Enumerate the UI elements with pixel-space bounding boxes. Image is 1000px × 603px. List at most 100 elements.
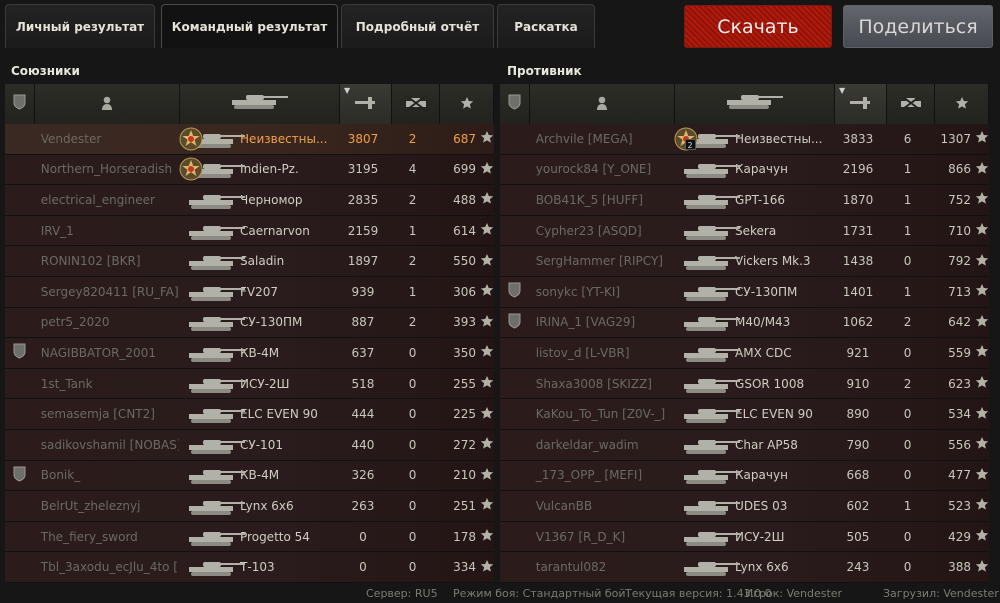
star-icon[interactable]: [975, 222, 989, 239]
table-row[interactable]: petr5_2020 СУ-130ПМ 887 2 393: [5, 307, 494, 339]
table-row[interactable]: Vendester Неизвестны... 3807 2 687: [5, 124, 494, 155]
star-icon[interactable]: [975, 375, 989, 392]
vehicle-image: [674, 460, 740, 490]
enemies-header-damage-column[interactable]: ▼: [835, 84, 887, 124]
tank-icon: [185, 285, 245, 301]
star-icon: [460, 95, 474, 114]
tab-personal-result[interactable]: Личный результат: [5, 4, 155, 48]
star-icon[interactable]: [975, 130, 989, 147]
table-row[interactable]: Cypher23 [ASQD] Sekera 1731 1 710: [500, 215, 989, 247]
table-row[interactable]: BelrUt_zheleznyj Lynx 6x6 263 0 251: [5, 491, 494, 522]
table-row[interactable]: Northern_Horseradish Indien-Pz. 3195 4 699: [5, 154, 494, 186]
table-row[interactable]: Tbl_3axodu_ecJlu_4to [... Т-103 0 0 334: [5, 552, 494, 583]
share-button[interactable]: Поделиться: [843, 5, 993, 48]
star-icon[interactable]: [975, 253, 989, 270]
damage-value: 2835: [347, 192, 379, 207]
allies-header-vehicle-column[interactable]: [180, 84, 340, 124]
damage-value: 602: [846, 498, 870, 513]
damage-value: 3807: [347, 131, 379, 146]
table-row[interactable]: VulcanBB UDES 03 602 1 523: [500, 491, 989, 522]
star-icon[interactable]: [480, 344, 494, 361]
star-icon[interactable]: [480, 375, 494, 392]
star-icon[interactable]: [975, 344, 989, 361]
player-name: BOB41K_5 [HUFF]: [535, 192, 644, 207]
star-icon[interactable]: [975, 497, 989, 514]
player-name: Cypher23 [ASQD]: [535, 223, 642, 238]
enemies-header-vehicle-column[interactable]: [675, 84, 835, 124]
table-row[interactable]: NAGIBBATOR_2001 КВ-4М 637 0 350: [5, 338, 494, 369]
star-icon[interactable]: [975, 283, 989, 300]
table-row[interactable]: Bonik_ КВ-4М 326 0 210: [5, 460, 494, 492]
tank-icon: [185, 315, 245, 332]
table-row[interactable]: electrical_engineer Черномор 2835 2 488: [5, 185, 494, 216]
star-icon[interactable]: [480, 314, 494, 331]
vehicle-name: GPT-166: [735, 192, 786, 207]
table-row[interactable]: BOB41K_5 [HUFF] GPT-166 1870 1 752: [500, 185, 989, 216]
enemies-header-player-column[interactable]: [530, 84, 675, 124]
download-button[interactable]: Скачать: [684, 5, 832, 48]
table-row[interactable]: tarantul082 Lynx 6x6 243 0 388: [500, 552, 989, 583]
tab-detailed-report[interactable]: Подробный отчёт: [341, 4, 494, 48]
star-icon[interactable]: [480, 191, 494, 208]
table-row[interactable]: RONIN102 [BKR] Saladin 1897 2 550: [5, 246, 494, 277]
star-icon[interactable]: [975, 191, 989, 208]
table-row[interactable]: _173_OPP_ [MEFI] Карачун 668 0 477: [500, 460, 989, 492]
table-row[interactable]: darkeldar_wadim Char AP58 790 0 556: [500, 429, 989, 461]
allies-header-frags-column[interactable]: [392, 84, 440, 124]
star-icon[interactable]: [975, 314, 989, 331]
star-icon[interactable]: [480, 436, 494, 453]
table-row[interactable]: sadikovshamil [NOBAS] СУ-101 440 0 272: [5, 429, 494, 461]
star-icon[interactable]: [480, 222, 494, 239]
damage-value: 668: [846, 468, 870, 483]
table-row[interactable]: Sergey820411 [RU_FA] FV207 939 1 306: [5, 276, 494, 308]
tab-raskatka[interactable]: Раскатка: [497, 4, 595, 48]
xp-value: 429: [948, 529, 972, 544]
table-row[interactable]: 1st_Tank ИСУ-2Ш 518 0 255: [5, 368, 494, 400]
allies-header-player-column[interactable]: [35, 84, 180, 124]
frags-value: 0: [408, 407, 417, 422]
vehicle-name: Черномор: [240, 192, 303, 207]
xp-value: 866: [948, 162, 972, 177]
table-row[interactable]: listov_d [L-VBR] AMX CDC 921 0 559: [500, 338, 989, 369]
star-icon[interactable]: [975, 406, 989, 423]
enemies-header-rank-column[interactable]: [500, 84, 530, 124]
player-name: 1st_Tank: [40, 376, 93, 391]
table-row[interactable]: The_fiery_sword Progetto 54 0 0 178: [5, 521, 494, 553]
enemies-header-xp-column[interactable]: [935, 84, 989, 124]
table-row[interactable]: semasemja [CNT2] ELC EVEN 90 444 0 225: [5, 399, 494, 430]
star-icon[interactable]: [480, 559, 494, 576]
allies-header-xp-column[interactable]: [440, 84, 494, 124]
star-icon[interactable]: [480, 253, 494, 270]
star-icon[interactable]: [480, 283, 494, 300]
table-row[interactable]: IRINA_1 [VAG29] M40/M43 1062 2 642: [500, 307, 989, 339]
star-icon[interactable]: [480, 528, 494, 545]
tank-icon: [680, 560, 740, 577]
damage-value: 890: [846, 407, 870, 422]
star-icon[interactable]: [975, 436, 989, 453]
star-icon[interactable]: [480, 406, 494, 423]
player-name: IRINA_1 [VAG29]: [535, 315, 636, 330]
star-icon[interactable]: [480, 467, 494, 484]
table-row[interactable]: IRV_1 Caernarvon 2159 1 614: [5, 215, 494, 247]
star-icon[interactable]: [480, 130, 494, 147]
player-name: SergHammer [RIPCY]: [535, 254, 663, 269]
star-icon[interactable]: [480, 161, 494, 178]
tab-team-result[interactable]: Командный результат: [161, 4, 338, 48]
star-icon[interactable]: [975, 467, 989, 484]
table-row[interactable]: KaKou_To_Tun [Z0V-_] ELC EVEN 90 890 0 534: [500, 399, 989, 430]
allies-header-rank-column[interactable]: [5, 84, 35, 124]
table-row[interactable]: sonykc [YT-KI] СУ-130ПМ 1401 1 713: [500, 276, 989, 308]
star-icon[interactable]: [975, 559, 989, 576]
star-icon[interactable]: [975, 161, 989, 178]
table-row[interactable]: SergHammer [RIPCY] Vickers Mk.3 1438 0 792: [500, 246, 989, 277]
vehicle-name: Lynx 6x6: [240, 498, 294, 513]
star-icon[interactable]: [975, 528, 989, 545]
table-row[interactable]: yourock84 [Y_ONE] Карачун 2196 1 866: [500, 154, 989, 186]
allies-header-damage-column[interactable]: ▼: [340, 84, 392, 124]
enemies-header-frags-column[interactable]: [887, 84, 935, 124]
vehicle-name: Неизвестны...: [735, 131, 823, 146]
star-icon[interactable]: [480, 497, 494, 514]
table-row[interactable]: V1367 [R_D_K] ИСУ-2Ш 505 0 429: [500, 521, 989, 553]
table-row[interactable]: Archvile [MEGA] 2 Неизвестны... 3833 6 1307: [500, 124, 989, 155]
table-row[interactable]: Shaxa3008 [SKIZZ] GSOR 1008 910 2 623: [500, 368, 989, 400]
